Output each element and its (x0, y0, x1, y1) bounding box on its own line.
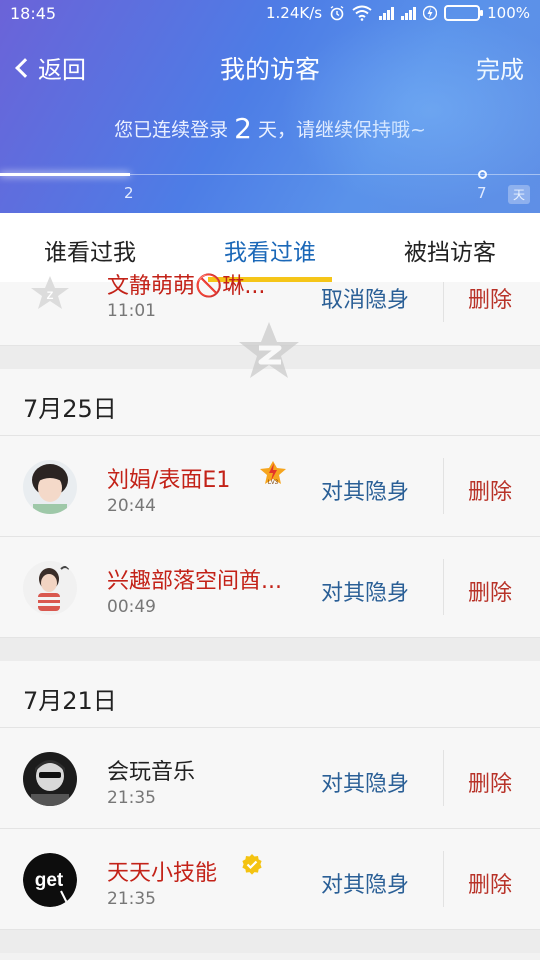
alarm-icon (330, 5, 344, 21)
wifi-icon (352, 5, 372, 21)
visitor-name: 会玩音乐 (107, 760, 196, 785)
visitor-name: 文静萌萌🚫琳... (107, 274, 266, 299)
divider (443, 851, 444, 907)
hide-from-button[interactable]: 对其隐身 (321, 766, 409, 798)
done-button[interactable]: 完成 (476, 50, 524, 85)
battery-percent: 100% (487, 4, 530, 22)
progress-end-label: 7 (477, 184, 487, 202)
divider (443, 458, 444, 514)
page-title: 我的访客 (219, 55, 320, 84)
delete-button[interactable]: 删除 (468, 867, 512, 899)
divider (443, 559, 444, 615)
streak-suffix: 天，请继续保持哦~ (257, 119, 426, 141)
streak-progress: 2 7 天 (0, 170, 540, 204)
login-streak-text: 您已连续登录 2 天，请继续保持哦~ (0, 112, 540, 145)
tab-bar: 谁看过我 我看过谁 被挡访客 (0, 213, 540, 282)
streak-days: 2 (234, 112, 252, 145)
list-item[interactable]: get 天天小技能 21:35 对其隐身 删除 (0, 829, 540, 930)
progress-start-label: 2 (124, 184, 134, 202)
svg-text:Z: Z (47, 290, 54, 302)
svg-text:LV3: LV3 (268, 480, 279, 486)
section-gap (0, 930, 540, 953)
signal-icon (379, 6, 395, 20)
avatar (23, 460, 77, 514)
tab-blocked-visitors[interactable]: 被挡访客 (360, 213, 540, 282)
date-header: 7月21日 (0, 661, 540, 728)
lv-badge-icon: LV3 (260, 461, 286, 486)
list-item[interactable]: 刘娟/表面E1 LV3 20:44 对其隐身 删除 (0, 436, 540, 537)
visit-time: 21:35 (107, 889, 156, 909)
progress-unit-badge: 天 (507, 185, 530, 204)
visitor-name: 天天小技能 (107, 861, 218, 886)
hide-from-button[interactable]: 对其隐身 (321, 474, 409, 506)
net-speed: 1.24K/s (266, 4, 323, 22)
visitor-name: 兴趣部落空间酋... (107, 569, 282, 594)
list-item[interactable]: 兴趣部落空间酋... 00:49 对其隐身 删除 (0, 537, 540, 638)
divider (443, 282, 444, 322)
unhide-button[interactable]: 取消隐身 (321, 282, 409, 314)
section-gap (0, 638, 540, 661)
visit-time: 20:44 (107, 496, 156, 516)
visitor-name: 刘娟/表面E1 (107, 468, 231, 493)
verified-badge-icon (242, 854, 262, 875)
delete-button[interactable]: 删除 (468, 575, 512, 607)
progress-end-dot (478, 170, 487, 179)
qzone-star-icon: Z (31, 276, 69, 309)
signal-icon (401, 6, 417, 20)
delete-button[interactable]: 删除 (468, 282, 512, 314)
charging-icon (423, 5, 438, 21)
visit-time: 11:01 (107, 301, 156, 321)
battery-icon (444, 5, 484, 21)
avatar: get (23, 853, 77, 907)
avatar (23, 561, 77, 615)
visit-time: 21:35 (107, 788, 156, 808)
status-bar: 18:45 1.24K/s 100% (0, 0, 540, 30)
avatar (23, 752, 77, 806)
header-banner: 18:45 1.24K/s 100% 返回 我的访客 完成 您已连续登录 2 天… (0, 0, 540, 213)
svg-text:get: get (35, 870, 64, 891)
list-item[interactable]: 会玩音乐 21:35 对其隐身 删除 (0, 728, 540, 829)
delete-button[interactable]: 删除 (468, 474, 512, 506)
streak-prefix: 您已连续登录 (114, 119, 229, 141)
progress-fill (0, 173, 130, 176)
visit-time: 00:49 (107, 597, 156, 617)
qzone-star-icon (239, 322, 299, 378)
hide-from-button[interactable]: 对其隐身 (321, 867, 409, 899)
hide-from-button[interactable]: 对其隐身 (321, 575, 409, 607)
nav-bar: 返回 我的访客 完成 (0, 44, 540, 94)
divider (443, 750, 444, 806)
delete-button[interactable]: 删除 (468, 766, 512, 798)
status-time: 18:45 (10, 4, 57, 23)
